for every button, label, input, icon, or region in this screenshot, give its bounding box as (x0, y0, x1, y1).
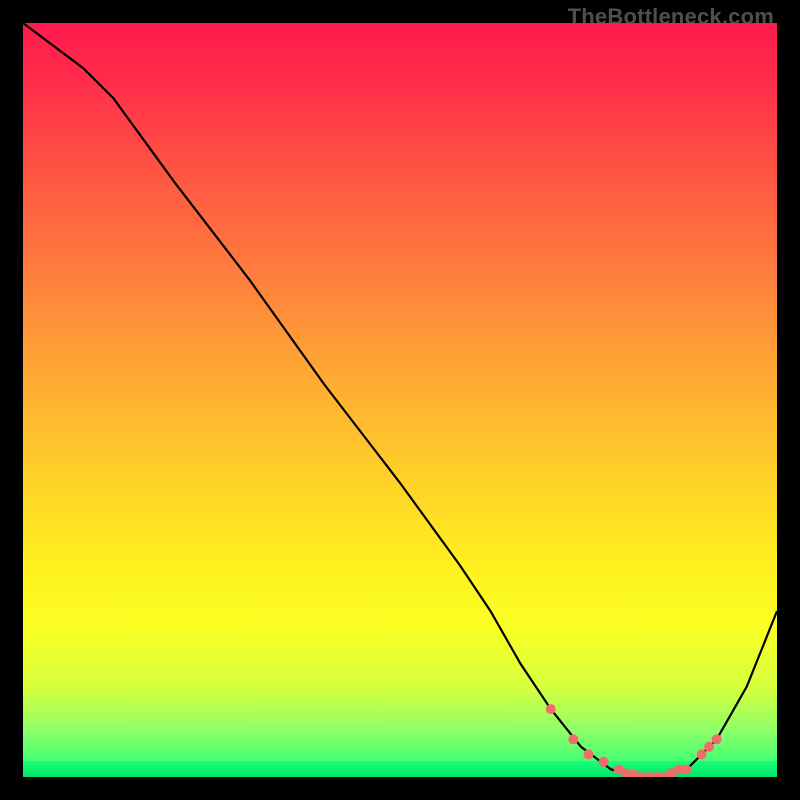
marker-dot (697, 749, 707, 759)
chart-svg (23, 23, 777, 777)
bottleneck-curve (23, 23, 777, 777)
plot-area (23, 23, 777, 777)
marker-dot (712, 734, 722, 744)
marker-dot (568, 734, 578, 744)
baseline-band (23, 761, 777, 777)
marker-dot (584, 749, 594, 759)
marker-dot (546, 704, 556, 714)
chart-frame: TheBottleneck.com (0, 0, 800, 800)
marker-dot (704, 742, 714, 752)
